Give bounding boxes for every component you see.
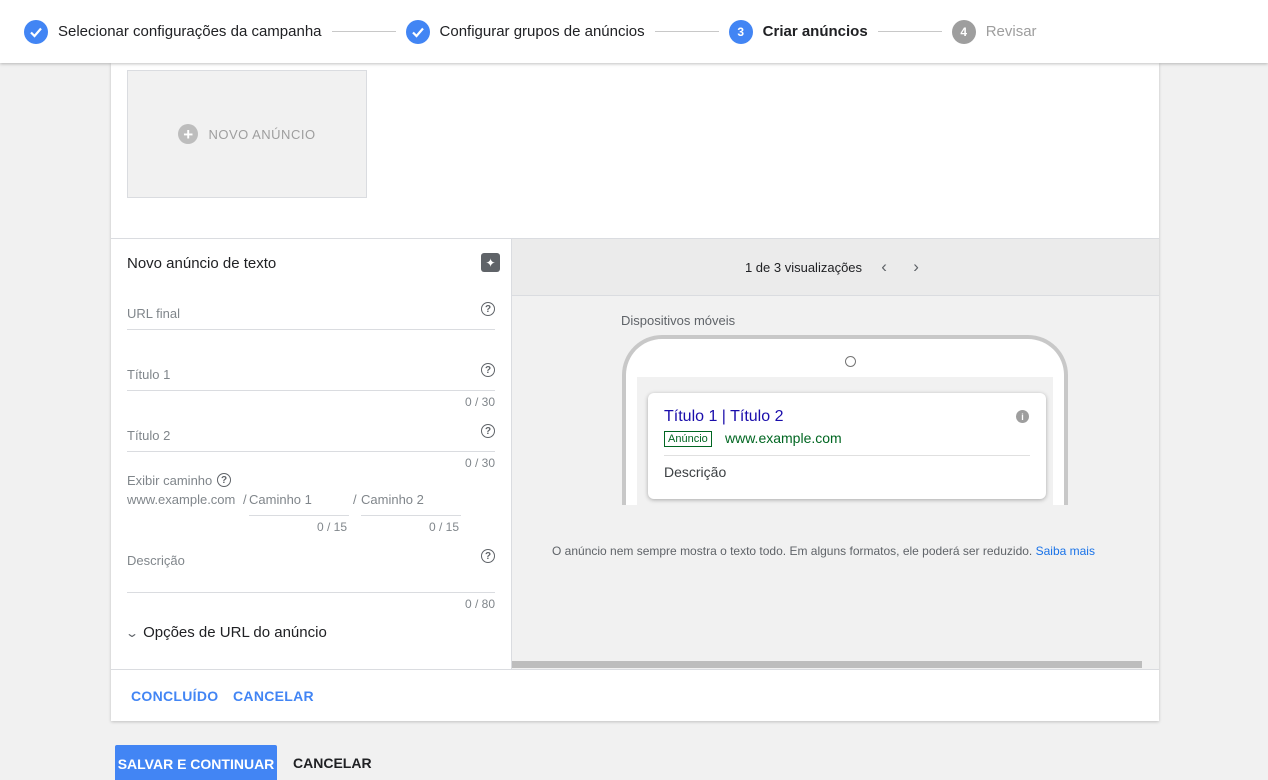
check-icon bbox=[405, 19, 430, 44]
path2-label[interactable]: Caminho 2 bbox=[361, 492, 424, 507]
path1-label[interactable]: Caminho 1 bbox=[249, 492, 312, 507]
preview-note: O anúncio nem sempre mostra o texto todo… bbox=[552, 544, 1095, 558]
step-divider bbox=[877, 31, 942, 32]
title2-label: Título 2 bbox=[127, 428, 171, 443]
chevron-left-icon[interactable]: ‹ bbox=[874, 257, 894, 277]
title2-counter: 0 / 30 bbox=[464, 456, 495, 470]
preview-note-text: O anúncio nem sempre mostra o texto todo… bbox=[552, 544, 1033, 558]
text-ad-form: Novo anúncio de texto ✦ URL final ? Títu… bbox=[111, 239, 511, 669]
step-label: Revisar bbox=[985, 23, 1037, 40]
divider bbox=[664, 455, 1030, 456]
plus-circle-icon: + bbox=[178, 124, 199, 144]
chevron-right-icon[interactable]: › bbox=[906, 257, 926, 277]
page-cancel-button[interactable]: CANCELAR bbox=[293, 755, 372, 771]
display-domain: www.example.com / bbox=[127, 492, 247, 507]
display-path-label-row: Exibir caminho ? bbox=[127, 472, 495, 490]
ad-preview-title: Título 1 | Título 2 bbox=[664, 408, 784, 425]
step-ad-groups[interactable]: Configurar grupos de anúncios bbox=[405, 19, 645, 44]
preview-nav-bar: 1 de 3 visualizações ‹ › bbox=[512, 239, 1159, 296]
form-title: Novo anúncio de texto bbox=[127, 255, 277, 272]
path2-counter: 0 / 15 bbox=[429, 520, 460, 534]
phone-mockup: Título 1 | Título 2 i Anúncio www.exampl… bbox=[622, 335, 1068, 505]
step-divider bbox=[331, 31, 396, 32]
sparkle-assist-icon[interactable]: ✦ bbox=[481, 253, 500, 272]
step-review[interactable]: 4 Revisar bbox=[951, 19, 1037, 44]
card-cancel-button[interactable]: CANCELAR bbox=[233, 688, 314, 704]
ad-preview-card: Título 1 | Título 2 i Anúncio www.exampl… bbox=[648, 393, 1046, 499]
new-ad-label: NOVO ANÚNCIO bbox=[208, 126, 316, 142]
ad-preview-url: www.example.com bbox=[725, 430, 842, 446]
save-and-continue-button[interactable]: SALVAR E CONTINUAR bbox=[115, 745, 277, 780]
field-underline bbox=[127, 390, 495, 391]
step-number: 4 bbox=[951, 19, 976, 44]
description-label: Descrição bbox=[127, 553, 185, 568]
url-options-toggle[interactable]: ⌄ Opções de URL do anúncio bbox=[124, 624, 327, 641]
chevron-down-icon: ⌄ bbox=[124, 625, 140, 640]
phone-screen: Título 1 | Título 2 i Anúncio www.exampl… bbox=[637, 377, 1053, 505]
step-label: Selecionar configurações da campanha bbox=[58, 23, 322, 40]
display-domain-text: www.example.com bbox=[127, 492, 236, 507]
help-icon[interactable]: ? bbox=[481, 363, 495, 377]
description-counter: 0 / 80 bbox=[464, 597, 495, 611]
help-icon[interactable]: ? bbox=[217, 473, 231, 487]
path-separator: / bbox=[353, 492, 357, 507]
device-label: Dispositivos móveis bbox=[621, 313, 736, 328]
ad-editor-card: + NOVO ANÚNCIO Novo anúncio de texto ✦ U… bbox=[111, 63, 1159, 721]
final-url-field[interactable]: URL final ? bbox=[127, 302, 495, 331]
path1-counter: 0 / 15 bbox=[317, 520, 348, 534]
display-path-label: Exibir caminho bbox=[127, 473, 213, 488]
step-campaign-settings[interactable]: Selecionar configurações da campanha bbox=[24, 19, 322, 44]
done-button[interactable]: CONCLUÍDO bbox=[131, 688, 218, 704]
step-label: Configurar grupos de anúncios bbox=[439, 23, 645, 40]
phone-camera-icon bbox=[845, 356, 856, 367]
help-icon[interactable]: ? bbox=[481, 424, 495, 438]
preview-counter: 1 de 3 visualizações bbox=[744, 259, 863, 275]
field-underline bbox=[127, 451, 495, 452]
title1-label: Título 1 bbox=[127, 367, 171, 382]
help-icon[interactable]: ? bbox=[481, 302, 495, 316]
title1-counter: 0 / 30 bbox=[464, 395, 495, 409]
path2-underline bbox=[361, 515, 461, 516]
ad-preview-description: Descrição bbox=[664, 464, 727, 480]
new-ad-button[interactable]: + NOVO ANÚNCIO bbox=[127, 70, 367, 198]
info-icon[interactable]: i bbox=[1016, 410, 1029, 423]
check-icon bbox=[24, 19, 48, 44]
step-number: 3 bbox=[728, 19, 753, 44]
ad-badge: Anúncio bbox=[664, 431, 712, 447]
url-options-label: Opções de URL do anúncio bbox=[143, 624, 327, 641]
description-field[interactable]: Descrição ? 0 / 80 bbox=[127, 549, 495, 611]
final-url-label: URL final bbox=[127, 306, 180, 321]
step-label: Criar anúncios bbox=[762, 23, 868, 40]
title2-field[interactable]: Título 2 ? 0 / 30 bbox=[127, 424, 495, 470]
learn-more-link[interactable]: Saiba mais bbox=[1036, 544, 1095, 558]
help-icon[interactable]: ? bbox=[481, 549, 495, 563]
step-divider bbox=[654, 31, 719, 32]
title1-field[interactable]: Título 1 ? 0 / 30 bbox=[127, 363, 495, 409]
step-create-ads[interactable]: 3 Criar anúncios bbox=[728, 19, 868, 44]
field-underline bbox=[127, 329, 495, 330]
divider bbox=[111, 669, 1159, 670]
path1-underline bbox=[249, 515, 349, 516]
campaign-stepper: Selecionar configurações da campanha Con… bbox=[0, 0, 1268, 63]
field-underline bbox=[127, 592, 495, 593]
ad-preview-panel: 1 de 3 visualizações ‹ › Dispositivos mó… bbox=[511, 239, 1159, 669]
path-separator: / bbox=[243, 492, 247, 507]
horizontal-scrollbar[interactable] bbox=[512, 661, 1142, 668]
